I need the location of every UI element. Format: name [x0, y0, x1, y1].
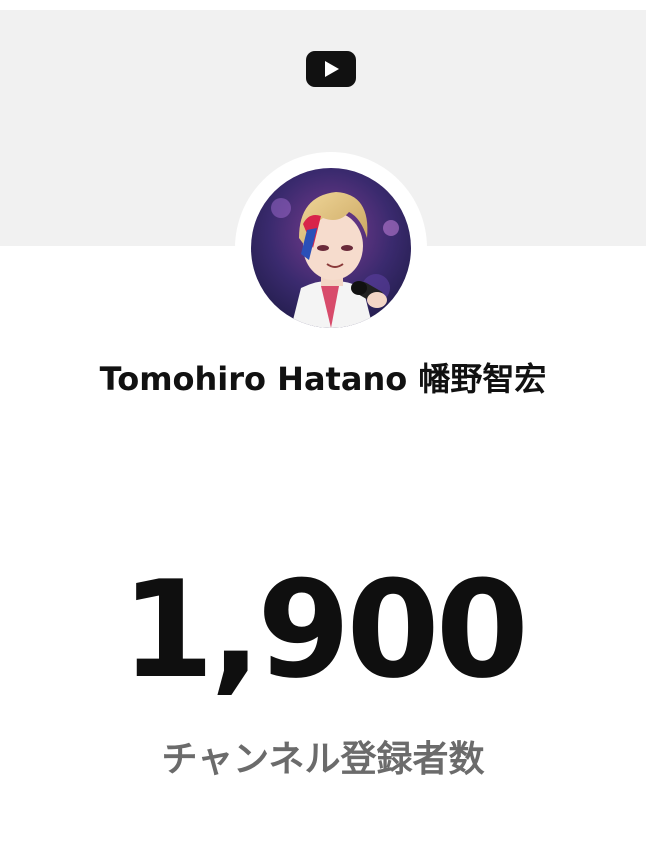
youtube-logo-icon [306, 51, 356, 87]
channel-name[interactable]: Tomohiro Hatano 幡野智宏 [0, 354, 646, 400]
subscriber-count: 1,900 [121, 552, 529, 708]
avatar[interactable] [251, 168, 411, 328]
subscriber-label: チャンネル登録者数 [161, 739, 485, 780]
